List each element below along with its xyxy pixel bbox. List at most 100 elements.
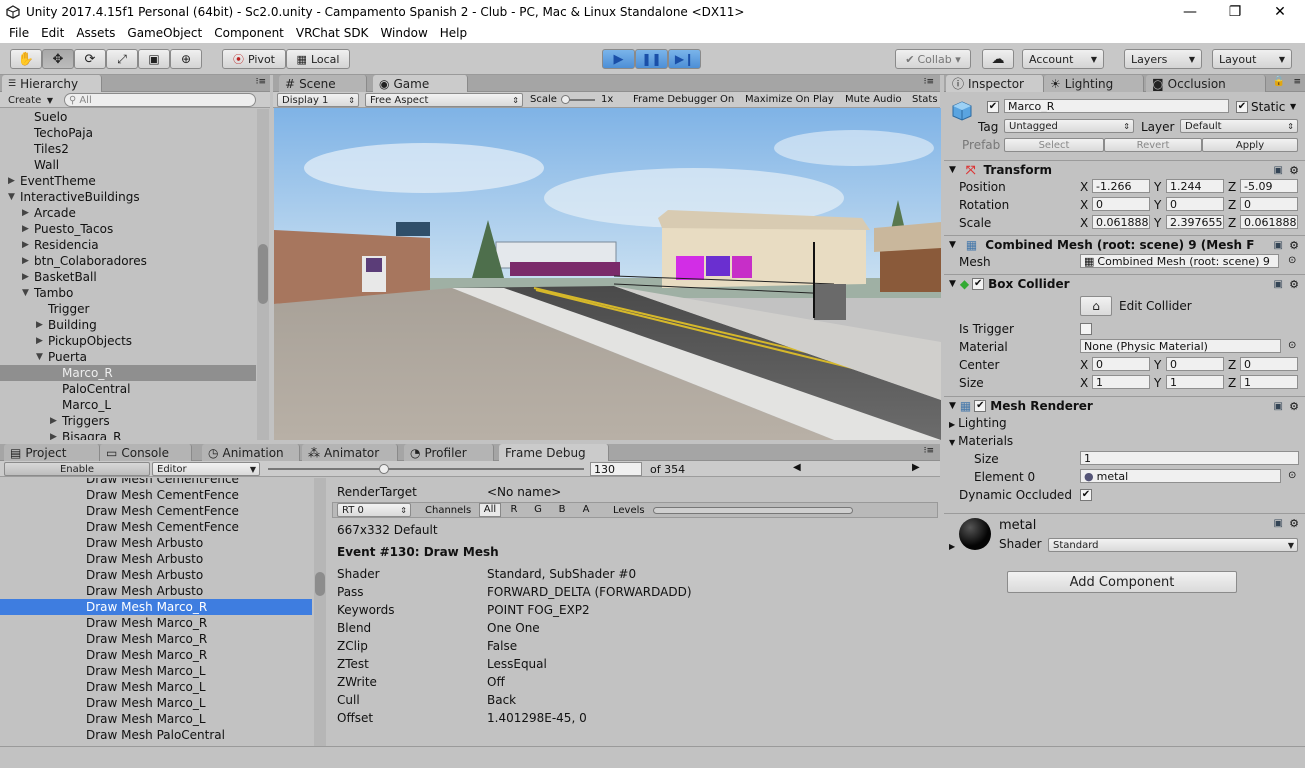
enable-button[interactable]: Enable [4,462,150,476]
scroll-thumb[interactable] [315,572,325,596]
menu-file[interactable]: File [3,26,35,40]
close-button[interactable]: ✕ [1257,0,1303,23]
frame-event-row[interactable]: Draw Mesh Marco_L [0,695,312,711]
add-component-button[interactable]: Add Component [1007,571,1237,593]
frame-event-row[interactable]: Draw Mesh PaloCentral [0,727,312,743]
move-tool-button[interactable]: ✥ [42,49,74,69]
hierarchy-search-input[interactable]: ⚲ All [64,93,256,107]
hierarchy-item[interactable]: ▶ EventTheme [0,173,256,189]
size-x-input[interactable]: 1 [1092,375,1150,389]
cloud-button[interactable]: ☁ [982,49,1014,69]
mute-audio-toggle[interactable]: Mute Audio [845,94,902,105]
hierarchy-item[interactable]: ▼ InteractiveBuildings [0,189,256,205]
menu-gameobject[interactable]: GameObject [121,26,208,40]
tab-animation[interactable]: ◷ Animation [202,444,300,461]
position-z-input[interactable]: -5.09 [1240,179,1298,193]
hierarchy-item[interactable]: ▼ Puerta [0,349,256,365]
chevron-down-icon[interactable]: ▼ [1290,102,1296,111]
help-icon[interactable]: ▣ [1274,240,1283,251]
channel-r-button[interactable]: R [503,504,525,515]
size-z-input[interactable]: 1 [1240,375,1298,389]
collapsed-arrow-icon[interactable]: ▶ [22,272,34,282]
layers-dropdown[interactable]: Layers ▼ [1124,49,1202,69]
lock-icon[interactable]: 🔒 [1273,76,1285,87]
minimize-button[interactable]: — [1167,0,1213,23]
tab-animator[interactable]: ⁂ Animator [302,444,398,461]
collapsed-arrow-icon[interactable]: ▶ [22,208,34,218]
menu-vrchat-sdk[interactable]: VRChat SDK [290,26,375,40]
prefab-revert-button[interactable]: Revert [1104,138,1202,152]
gear-icon[interactable]: ⚙ [1289,164,1299,177]
hierarchy-item[interactable]: ▶ Bisagra_R [0,429,256,440]
frame-event-row[interactable]: Draw Mesh Marco_L [0,663,312,679]
materials-size-input[interactable]: 1 [1080,451,1299,465]
menu-help[interactable]: Help [434,26,473,40]
frame-event-row[interactable]: Draw Mesh Arbusto [0,583,312,599]
maximize-button[interactable]: ❐ [1212,0,1258,23]
collapsed-arrow-icon[interactable]: ▶ [50,432,62,440]
frame-event-row[interactable]: Draw Mesh CementFence [0,503,312,519]
hierarchy-scrollbar[interactable] [257,109,269,440]
scale-x-input[interactable]: 0.061888 [1092,215,1150,229]
center-z-input[interactable]: 0 [1240,357,1298,371]
hierarchy-item[interactable]: Tiles2 [0,141,256,157]
gear-icon[interactable]: ⚙ [1289,400,1299,413]
frame-slider-thumb[interactable] [379,464,389,474]
step-button[interactable]: ▶❙ [668,49,701,69]
edit-collider-button[interactable]: ⌂ [1080,296,1112,316]
aspect-dropdown[interactable]: Free Aspect ⇕ [365,93,523,107]
hierarchy-item[interactable]: ▼ Tambo [0,285,256,301]
scale-z-input[interactable]: 0.061888 [1240,215,1298,229]
collider-material-field[interactable]: None (Physic Material) [1080,339,1281,353]
object-picker-icon[interactable]: ⊙ [1288,470,1296,481]
active-checkbox[interactable]: ✔ [987,101,999,113]
menu-window[interactable]: Window [374,26,433,40]
tab-frame-debug[interactable]: Frame Debug [499,444,609,461]
tab-scene[interactable]: # Scene [279,75,367,92]
menu-assets[interactable]: Assets [70,26,121,40]
tab-inspector[interactable]: ⓘ Inspector [946,75,1044,92]
maximize-on-play-toggle[interactable]: Maximize On Play [745,94,834,105]
hierarchy-item[interactable]: ▶ Building [0,317,256,333]
channel-g-button[interactable]: G [527,504,549,515]
levels-slider[interactable] [653,507,853,514]
panel-menu-icon[interactable]: ⁝≡ [256,77,266,87]
rt-dropdown[interactable]: RT 0 ⇕ [337,503,411,517]
event-list-scrollbar[interactable] [314,478,326,746]
frame-index-input[interactable]: 130 [590,462,642,476]
layer-dropdown[interactable]: Default ⇕ [1180,119,1298,133]
frame-slider[interactable] [268,464,584,474]
transform-tool-button[interactable]: ⊕ [170,49,202,69]
materials-foldout[interactable]: ▼ Materials [949,434,1013,448]
gear-icon[interactable]: ⚙ [1289,278,1299,291]
collapsed-arrow-icon[interactable]: ▶ [22,224,34,234]
collab-button[interactable]: ✔ Collab ▾ [895,49,971,69]
collapsed-arrow-icon[interactable]: ▶ [22,256,34,266]
static-checkbox[interactable]: ✔ [1236,101,1248,113]
tab-console[interactable]: ▭ Console [100,444,192,461]
hierarchy-item[interactable]: Marco_R [0,365,256,381]
frame-event-row[interactable]: Draw Mesh Marco_L [0,679,312,695]
local-toggle[interactable]: ▦ Local [286,49,350,69]
frame-event-row[interactable]: Draw Mesh Marco_R [0,615,312,631]
help-icon[interactable]: ▣ [1274,518,1283,529]
mesh-filter-header[interactable]: ▼ ▦ Combined Mesh (root: scene) 9 (Mesh … [944,235,1305,254]
play-button[interactable]: ▶ [602,49,635,69]
hierarchy-item[interactable]: ▶ PickupObjects [0,333,256,349]
help-icon[interactable]: ▣ [1274,279,1283,290]
frame-debugger-toggle[interactable]: Frame Debugger On [633,94,734,105]
create-dropdown[interactable]: Create ▼ [4,93,56,107]
tab-game[interactable]: ◉ Game [373,75,468,92]
hierarchy-item[interactable]: TechoPaja [0,125,256,141]
rotation-z-input[interactable]: 0 [1240,197,1298,211]
frame-event-row[interactable]: Draw Mesh Arbusto [0,567,312,583]
menu-component[interactable]: Component [208,26,290,40]
object-picker-icon[interactable]: ⊙ [1288,255,1296,266]
expand-icon[interactable]: ▶ [949,542,955,551]
frame-event-row[interactable]: Draw Mesh Arbusto [0,535,312,551]
scale-slider-thumb[interactable] [561,95,570,104]
menu-edit[interactable]: Edit [35,26,70,40]
frame-event-row[interactable]: Draw Mesh CementFence [0,478,312,487]
channel-all-button[interactable]: All [479,503,501,517]
expanded-arrow-icon[interactable]: ▼ [22,288,34,298]
